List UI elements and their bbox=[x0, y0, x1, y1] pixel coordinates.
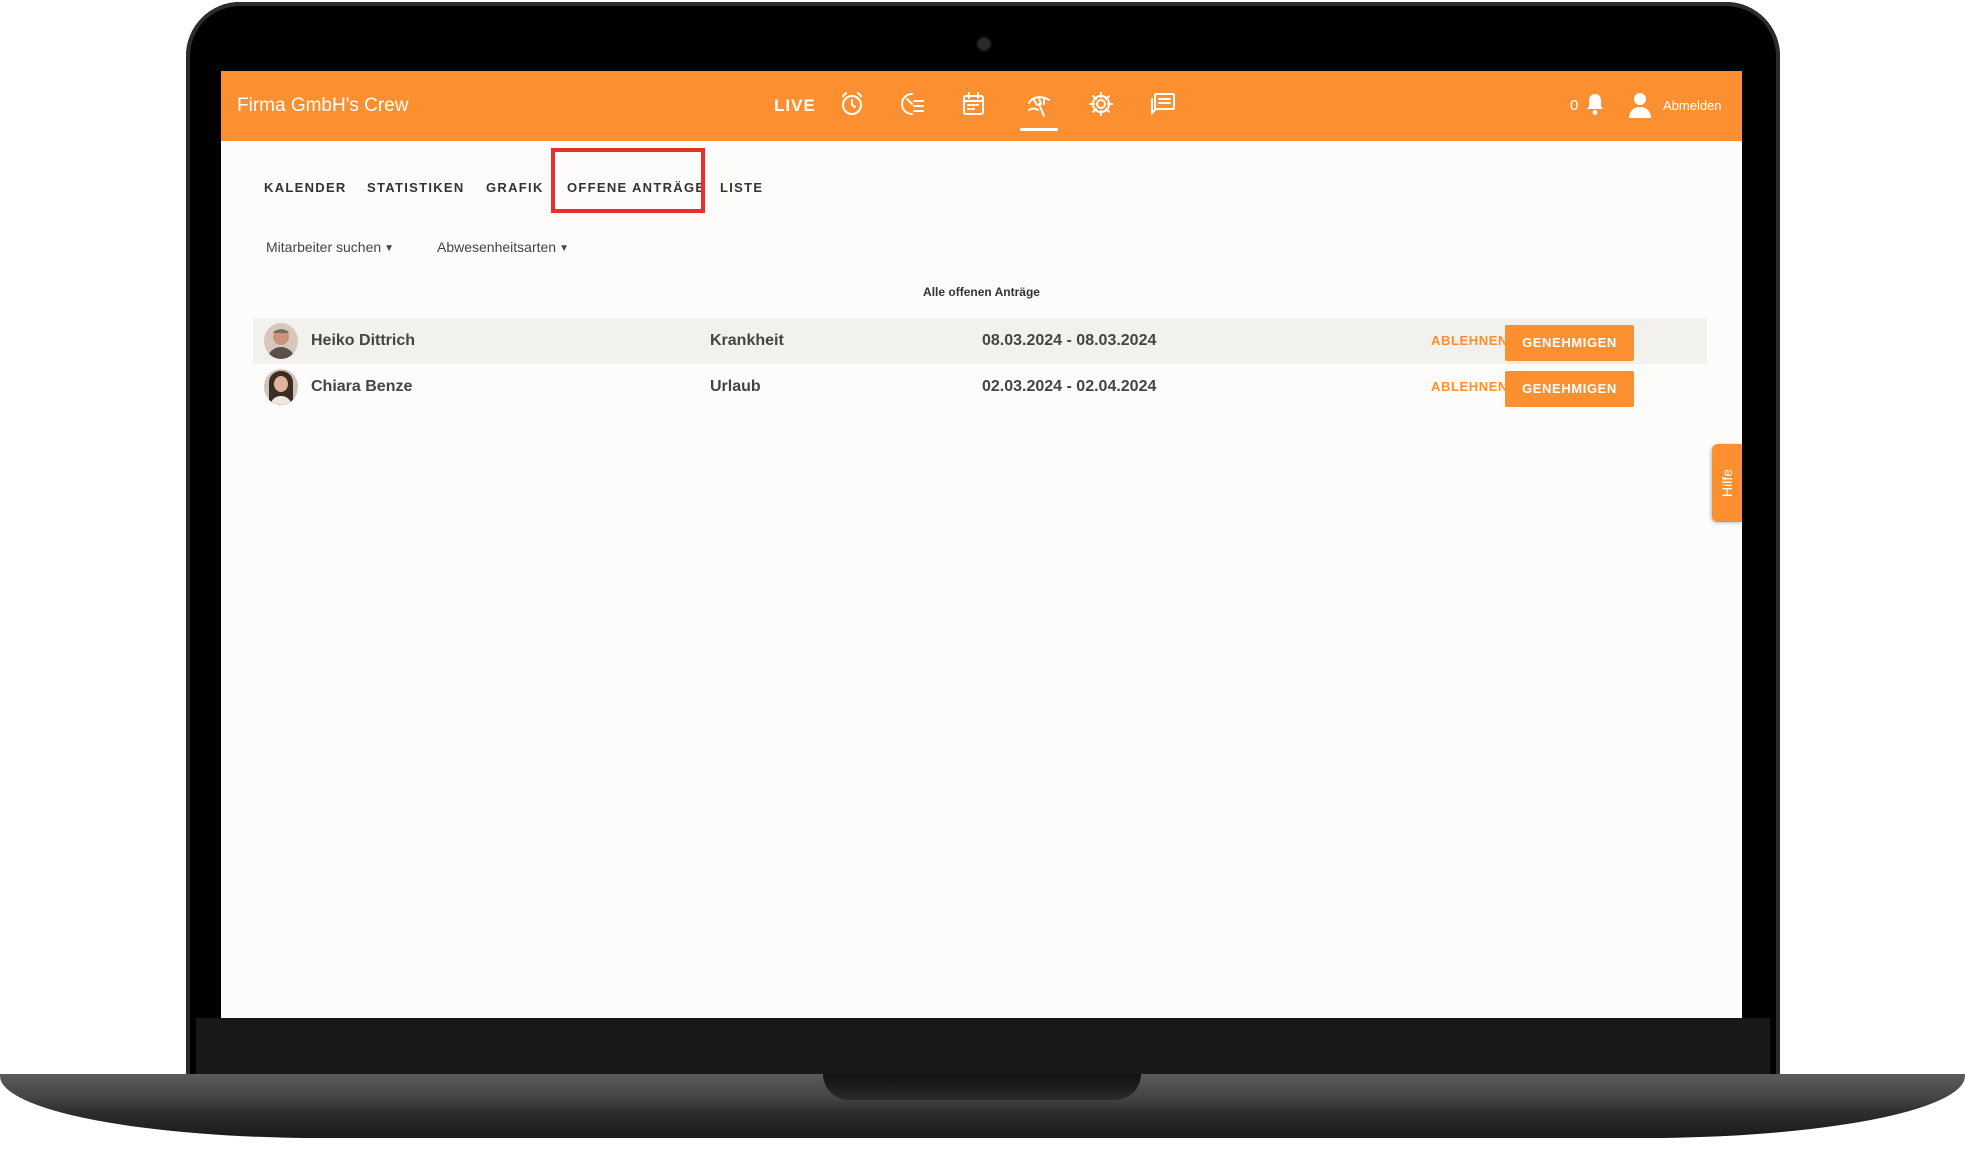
reject-button[interactable]: ABLEHNEN bbox=[1431, 318, 1508, 364]
avatar bbox=[264, 323, 298, 359]
absence-types-label: Abwesenheitsarten bbox=[437, 239, 557, 255]
camera bbox=[978, 38, 990, 50]
brand-title[interactable]: Firma GmbH's Crew bbox=[237, 71, 408, 141]
absence-types-dropdown[interactable]: Abwesenheitsarten ▼ bbox=[437, 239, 569, 255]
laptop-bezel-bottom bbox=[196, 1018, 1770, 1076]
logout-link[interactable]: Abmelden bbox=[1663, 71, 1722, 141]
table-row: Heiko Dittrich Krankheit 08.03.2024 - 08… bbox=[253, 318, 1707, 364]
user-avatar-icon[interactable] bbox=[1627, 91, 1653, 119]
bell-icon[interactable] bbox=[1585, 92, 1605, 116]
employee-name: Chiara Benze bbox=[311, 378, 413, 395]
caret-down-icon: ▼ bbox=[384, 243, 395, 254]
tab-liste[interactable]: LISTE bbox=[720, 173, 763, 203]
employee-search-dropdown[interactable]: Mitarbeiter suchen ▼ bbox=[266, 239, 394, 255]
absence-type: Krankheit bbox=[710, 332, 784, 349]
reject-button[interactable]: ABLEHNEN bbox=[1431, 364, 1508, 410]
absence-period: 02.03.2024 - 02.04.2024 bbox=[982, 378, 1157, 395]
caret-down-icon: ▼ bbox=[559, 243, 569, 254]
tab-grafik[interactable]: GRAFIK bbox=[486, 173, 544, 203]
absence-type: Urlaub bbox=[710, 378, 761, 395]
laptop-base-notch bbox=[823, 1074, 1141, 1100]
nav-live[interactable]: LIVE bbox=[774, 71, 816, 141]
employee-search-label: Mitarbeiter suchen bbox=[266, 239, 382, 255]
alarm-clock-icon[interactable] bbox=[837, 89, 867, 119]
active-nav-indicator bbox=[1020, 128, 1058, 131]
active-tab-highlight bbox=[551, 148, 705, 213]
list-title: Alle offenen Anträge bbox=[923, 285, 1040, 299]
avatar bbox=[264, 369, 298, 405]
notification-count: 0 bbox=[1570, 97, 1579, 114]
gear-icon[interactable] bbox=[1086, 89, 1116, 119]
tab-kalender[interactable]: KALENDER bbox=[264, 173, 347, 203]
top-navigation-bar: Firma GmbH's Crew LIVE 0 Abmelden bbox=[221, 71, 1742, 141]
calendar-icon[interactable] bbox=[958, 89, 988, 119]
app-screen: Firma GmbH's Crew LIVE 0 Abmelden KALEND… bbox=[221, 71, 1742, 1018]
vacation-icon[interactable] bbox=[1025, 89, 1055, 119]
table-row: Chiara Benze Urlaub 02.03.2024 - 02.04.2… bbox=[253, 364, 1707, 410]
tab-statistiken[interactable]: STATISTIKEN bbox=[367, 173, 465, 203]
approve-button[interactable]: GENEHMIGEN bbox=[1505, 325, 1634, 361]
time-list-icon[interactable] bbox=[896, 89, 926, 119]
help-label: Hilfe bbox=[1719, 468, 1735, 498]
approve-button[interactable]: GENEHMIGEN bbox=[1505, 371, 1634, 407]
employee-name: Heiko Dittrich bbox=[311, 332, 416, 349]
chat-icon[interactable] bbox=[1148, 89, 1178, 119]
help-tab[interactable]: Hilfe bbox=[1712, 444, 1742, 522]
absence-period: 08.03.2024 - 08.03.2024 bbox=[982, 332, 1157, 349]
